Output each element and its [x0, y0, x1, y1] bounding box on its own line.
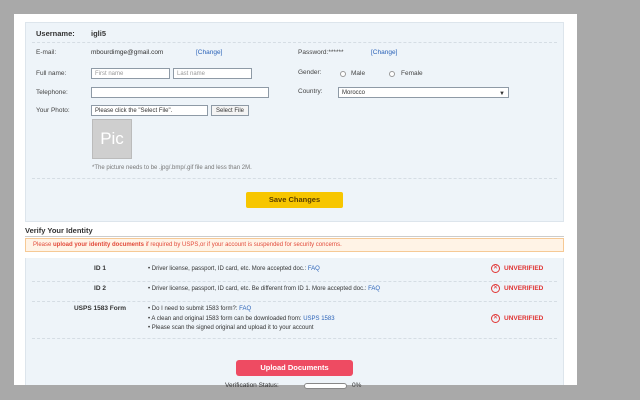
divider	[25, 236, 564, 237]
faq-link[interactable]: FAQ	[239, 306, 251, 312]
doc-desc-id2: • Driver license, passport, ID card, etc…	[148, 286, 380, 292]
usps-1583-download-link[interactable]: USPS 1583	[303, 316, 334, 322]
photo-file-field[interactable]: Please click the "Select File".	[91, 105, 208, 116]
telephone-label: Telephone:	[36, 89, 68, 96]
doc-desc-text: • A clean and original 1583 form can be …	[148, 316, 304, 322]
fullname-label: Full name:	[36, 70, 67, 77]
doc-name-usps1583: USPS 1583 Form	[73, 305, 127, 312]
last-name-input[interactable]: Last name	[173, 68, 252, 79]
faq-link[interactable]: FAQ	[308, 266, 320, 272]
warning-text: Please	[33, 242, 54, 248]
status-badge: ✕ UNVERIFIED	[491, 314, 543, 323]
divider	[32, 338, 557, 339]
doc-desc-text: • Do I need to submit 1583 form?:	[148, 306, 240, 312]
verification-progress-bar	[304, 383, 347, 389]
country-value: Morocco	[342, 90, 366, 96]
status-badge: ✕ UNVERIFIED	[491, 264, 543, 273]
verify-warning: Please upload your identity documents if…	[25, 238, 564, 252]
doc-desc-text: • Driver license, passport, ID card, etc…	[148, 286, 369, 292]
warning-emphasis: upload your identity documents	[53, 242, 145, 248]
password-label: Password:******	[298, 49, 344, 56]
password-change-link[interactable]: [Change]	[371, 49, 397, 56]
warning-text: if required by USPS,or if your account i…	[144, 242, 342, 248]
doc-name-id2: ID 2	[94, 285, 106, 292]
gender-label: Gender:	[298, 69, 322, 76]
doc-desc-usps1583-line3: • Please scan the signed original and up…	[148, 325, 314, 331]
telephone-input[interactable]	[91, 87, 269, 98]
photo-placeholder: Pic	[92, 119, 132, 159]
status-text: UNVERIFIED	[504, 285, 544, 293]
doc-desc-id1: • Driver license, passport, ID card, etc…	[148, 266, 320, 272]
status-badge: ✕ UNVERIFIED	[491, 284, 543, 293]
photo-hint: *The picture needs to be .jpg/.bmp/.gif …	[92, 165, 252, 171]
gender-female-radio[interactable]	[389, 71, 395, 77]
country-label: Country:	[298, 88, 323, 95]
doc-desc-text: • Driver license, passport, ID card, etc…	[148, 266, 308, 272]
x-circle-icon: ✕	[491, 264, 500, 273]
gender-female-label: Female	[401, 70, 423, 77]
x-circle-icon: ✕	[491, 284, 500, 293]
faq-link[interactable]: FAQ	[368, 286, 380, 292]
country-select[interactable]: Morocco ▼	[338, 87, 509, 98]
doc-name-id1: ID 1	[94, 265, 106, 272]
username-value: igli5	[91, 29, 107, 38]
upload-documents-button[interactable]: Upload Documents	[236, 360, 353, 376]
doc-desc-usps1583-line2: • A clean and original 1583 form can be …	[148, 316, 335, 322]
divider	[32, 281, 557, 282]
x-circle-icon: ✕	[491, 314, 500, 323]
divider	[32, 42, 557, 43]
first-name-input[interactable]: First name	[91, 68, 170, 79]
verification-progress-text: 0%	[352, 382, 362, 389]
status-text: UNVERIFIED	[504, 315, 544, 323]
chevron-down-icon: ▼	[499, 91, 505, 97]
select-file-button[interactable]: Select File	[211, 105, 250, 116]
email-label: E-mail:	[36, 49, 57, 56]
doc-desc-usps1583-line1: • Do I need to submit 1583 form?: FAQ	[148, 306, 251, 312]
verification-status-label: Verification Status:	[225, 382, 279, 389]
profile-section: Username: igli5 E-mail: mbourdimge@gmail…	[25, 22, 564, 222]
divider	[32, 301, 557, 302]
email-value: mbourdimge@gmail.com	[91, 49, 164, 56]
status-text: UNVERIFIED	[504, 265, 544, 273]
photo-label: Your Photo:	[36, 107, 70, 114]
divider	[32, 178, 557, 179]
verify-section-title: Verify Your Identity	[25, 226, 93, 235]
gender-male-radio[interactable]	[340, 71, 346, 77]
account-settings-panel: Username: igli5 E-mail: mbourdimge@gmail…	[14, 14, 577, 389]
gender-male-label: Male	[351, 70, 366, 77]
email-change-link[interactable]: [Change]	[196, 49, 222, 56]
save-changes-button[interactable]: Save Changes	[246, 192, 343, 208]
username-label: Username:	[36, 29, 75, 38]
